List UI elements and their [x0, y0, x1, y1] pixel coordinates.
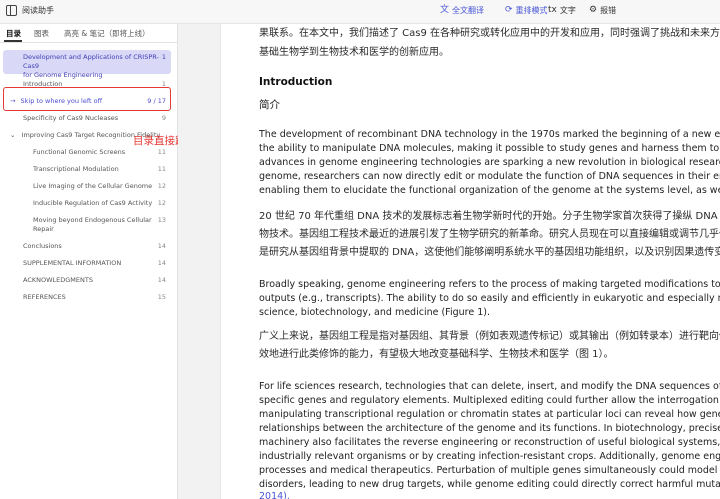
sidebar-gutter — [178, 24, 220, 499]
toc-item-page: 14 — [157, 259, 166, 267]
toc-item-label: Development and Applications of CRISPR-C… — [23, 53, 159, 70]
toc-item-label: Transcriptional Modulation — [33, 165, 119, 173]
toc-item-page: 14 — [157, 276, 166, 284]
top-bar: 阅读助手 文 全文翻译 ⟳ 重排模式 tx 文字 ⚙ 报错 — [0, 0, 720, 24]
toc-item-inducible[interactable]: Inducible Regulation of Cas9 Activity 12 — [33, 199, 166, 208]
toc-item-label: ACKNOWLEDGMENTS — [23, 276, 93, 284]
tab-toc[interactable]: 目录 — [6, 28, 21, 39]
toc-item-page: 12 — [157, 182, 166, 190]
toc-item-title[interactable]: Development and Applications of CRISPR-C… — [3, 50, 171, 79]
paragraph-line: machinery also facilitates the reverse e… — [259, 437, 720, 448]
toc-item-page: 13 — [157, 216, 166, 224]
toc-item-label: Inducible Regulation of Cas9 Activity — [33, 199, 153, 207]
toc-item-label: Functional Genomic Screens — [33, 148, 126, 156]
report-icon: ⚙ — [589, 5, 598, 15]
toc-item-transcriptional[interactable]: Transcriptional Modulation 11 — [33, 165, 166, 174]
paragraph-line-zh: 是研究从基因组背景中提取的 DNA，这使他们能够阐明系统水平的基因组功能组织，以… — [259, 247, 720, 258]
sidebar-tabs: 目录 图表 高亮 & 笔记（即将上线） — [0, 24, 177, 43]
translate-label: 全文翻译 — [452, 6, 485, 15]
text-icon: tx — [548, 5, 557, 15]
paragraph-line: advances in genome engineering technolog… — [259, 157, 720, 168]
paragraph-line: processes and medical therapeutics. Pert… — [259, 465, 720, 476]
toc-item-supplemental[interactable]: SUPPLEMENTAL INFORMATION 14 — [23, 259, 166, 268]
section-heading: Introduction — [259, 76, 333, 88]
toc-item-page: 12 — [157, 199, 166, 207]
paragraph-line: manipulating transcriptional regulation … — [259, 409, 720, 420]
toc-item-page: 1 — [161, 53, 166, 61]
text-button[interactable]: tx 文字 — [548, 5, 576, 16]
toc-item-page: 11 — [157, 165, 166, 173]
toc-item-label-2: for Genome Engineering — [23, 71, 103, 79]
sidebar-toggle-icon[interactable] — [6, 5, 17, 16]
tab-figures[interactable]: 图表 — [34, 28, 49, 39]
toc-item-label: REFERENCES — [23, 293, 66, 301]
toc-item-functional-screens[interactable]: Functional Genomic Screens 11 — [33, 148, 166, 157]
tab-highlights-notes[interactable]: 高亮 & 笔记（即将上线） — [64, 28, 150, 39]
annotation-highlight-box — [3, 87, 171, 111]
paragraph-line-zh: 效地进行此类修饰的能力，有望极大地改变基础科学、生物技术和医学（图 1）。 — [259, 349, 614, 360]
toc-item-page: 11 — [157, 148, 166, 156]
app-title: 阅读助手 — [22, 6, 54, 15]
paragraph-line: For life sciences research, technologies… — [259, 381, 720, 392]
toc-item-label: Live Imaging of the Cellular Genome — [33, 182, 153, 190]
paragraph-line: the ability to manipulate DNA molecules,… — [259, 143, 720, 154]
translate-button[interactable]: 文 全文翻译 — [440, 5, 484, 16]
toc-item-page: 9 — [161, 114, 166, 122]
toc-item-references[interactable]: REFERENCES 15 — [23, 293, 166, 302]
read-mode-button[interactable]: ⟳ 重排模式 — [505, 5, 548, 16]
paragraph-line: outputs (e.g., transcripts). The ability… — [259, 293, 720, 304]
paragraph-line: relationships between the architecture o… — [259, 423, 720, 434]
paragraph-line: enabling them to elucidate the functiona… — [259, 185, 720, 196]
document-view[interactable]: 果联系。在本文中，我们描述了 Cas9 在各种研究或转化应用中的开发和应用，同时… — [220, 24, 720, 499]
toc-item-label: Moving beyond Endogenous Cellular — [33, 216, 152, 224]
paragraph-line-zh: 果联系。在本文中，我们描述了 Cas9 在各种研究或转化应用中的开发和应用，同时… — [259, 28, 720, 39]
section-heading-zh: 简介 — [259, 99, 280, 111]
read-mode-icon: ⟳ — [505, 5, 513, 15]
toc-item-beyond-repair[interactable]: Moving beyond Endogenous Cellular Repair… — [33, 216, 166, 234]
toc-item-label: Specificity of Cas9 Nucleases — [23, 114, 119, 122]
paragraph-line-zh: 物技术。基因组工程技术最近的进展引发了生物学研究的新革命。研究人员现在可以直接编… — [259, 229, 720, 240]
active-tab-indicator — [4, 40, 22, 42]
toc-item-label: SUPPLEMENTAL INFORMATION — [23, 259, 122, 267]
paragraph-line: science, biotechnology, and medicine (Fi… — [259, 307, 490, 318]
toc-item-conclusions[interactable]: Conclusions 14 — [23, 242, 166, 251]
report-button[interactable]: ⚙ 报错 — [589, 5, 616, 16]
app-title-area: 阅读助手 — [6, 5, 54, 16]
paragraph-line: Broadly speaking, genome engineering ref… — [259, 279, 720, 290]
paragraph-line: specific genes and regulatory elements. … — [259, 395, 720, 406]
translate-icon: 文 — [440, 5, 450, 15]
read-mode-label: 重排模式 — [515, 6, 548, 15]
paragraph-line: industrially relevant organisms or by cr… — [259, 451, 720, 462]
toc-item-label: Conclusions — [23, 242, 62, 250]
paragraph-line-zh: 基础生物学到生物技术和医学的创新应用。 — [259, 47, 449, 58]
report-label: 报错 — [600, 6, 617, 15]
paragraph-line: The development of recombinant DNA techn… — [259, 129, 720, 140]
paragraph-line: genome, researchers can now directly edi… — [259, 171, 720, 182]
toc-item-page: 14 — [157, 242, 166, 250]
paragraph-line-zh: 20 世纪 70 年代重组 DNA 技术的发展标志着生物学新时代的开始。分子生物… — [259, 211, 720, 222]
toc-item-live-imaging[interactable]: Live Imaging of the Cellular Genome 12 — [33, 182, 166, 191]
text-label: 文字 — [559, 6, 576, 15]
paragraph-line-zh: 广义上来说，基因组工程是指对基因组、其背景（例如表观遗传标记）或其输出（例如转录… — [259, 331, 720, 342]
chevron-down-icon[interactable]: ⌄ — [10, 131, 15, 139]
paragraph-line: disorders, leading to new drug targets, … — [259, 479, 720, 490]
toc-item-specificity[interactable]: Specificity of Cas9 Nucleases 9 — [23, 114, 166, 123]
toc-item-acknowledgments[interactable]: ACKNOWLEDGMENTS 14 — [23, 276, 166, 285]
toc-item-page: 15 — [157, 293, 166, 301]
toc-item-label-2: Repair — [33, 225, 54, 233]
citation-link[interactable]: 2014). — [259, 491, 290, 499]
